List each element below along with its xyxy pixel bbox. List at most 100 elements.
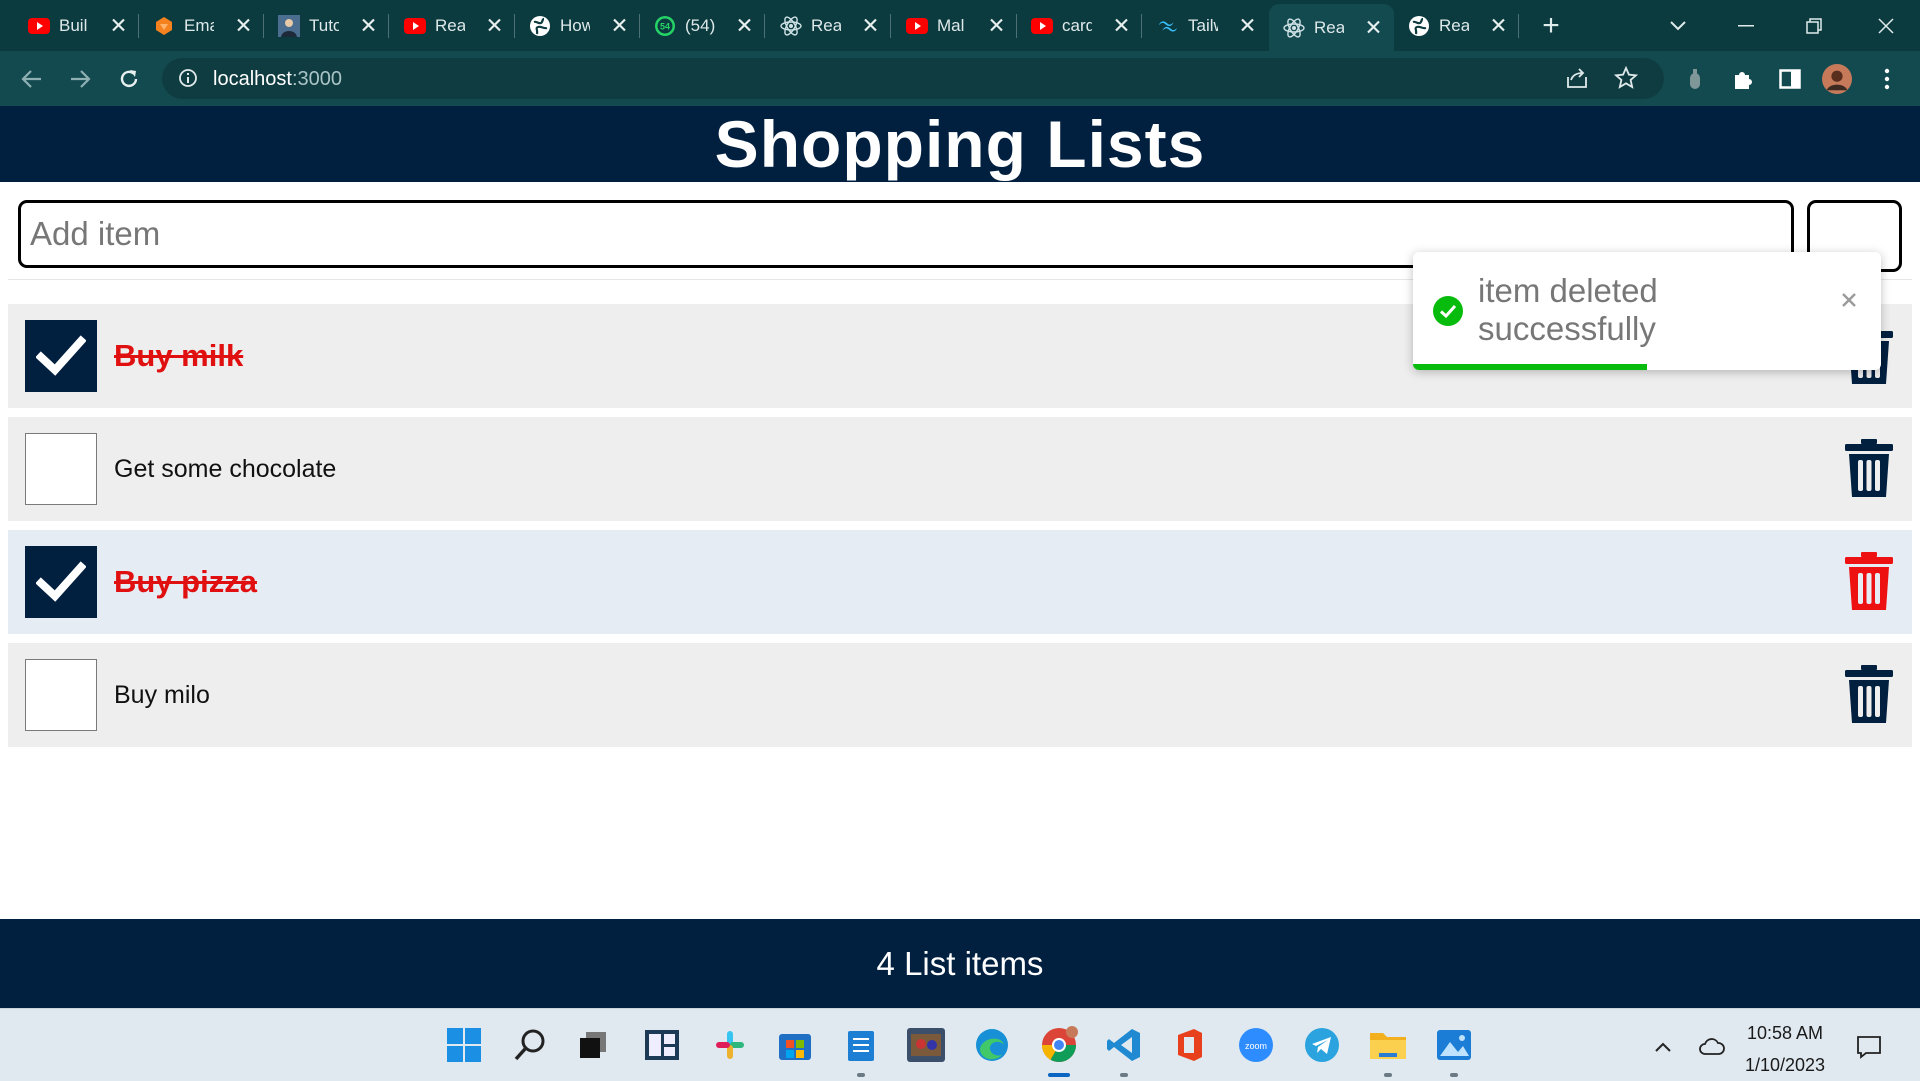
extensions-puzzle-icon[interactable] xyxy=(1728,64,1758,94)
close-window-button[interactable] xyxy=(1852,0,1920,51)
tab-close-button[interactable] xyxy=(613,14,626,37)
taskbar-notepad[interactable] xyxy=(841,1025,881,1077)
onedrive-button[interactable] xyxy=(1698,1033,1726,1061)
tab-close-button[interactable] xyxy=(112,14,125,37)
browser-tab[interactable]: Rea xyxy=(1394,0,1519,51)
url-host: localhost xyxy=(213,68,292,90)
browser-tab[interactable]: Tailw xyxy=(1143,0,1268,51)
browser-tab[interactable]: Ema xyxy=(139,0,264,51)
photos-icon xyxy=(1437,1030,1471,1060)
share-icon[interactable] xyxy=(1562,63,1592,93)
taskbar-vscode[interactable] xyxy=(1104,1025,1144,1077)
react-icon xyxy=(1283,17,1305,39)
tab-close-button[interactable] xyxy=(1492,14,1505,37)
tab-close-button[interactable] xyxy=(1115,14,1128,37)
tab-close-button[interactable] xyxy=(362,14,375,37)
person-avatar-icon xyxy=(278,14,300,37)
restore-button[interactable] xyxy=(1780,0,1848,51)
address-bar[interactable]: localhost:3000 xyxy=(162,58,1664,99)
close-icon xyxy=(1842,293,1856,307)
notepad-icon xyxy=(848,1031,874,1061)
reload-button[interactable] xyxy=(113,63,145,95)
item-checkbox[interactable] xyxy=(25,659,97,731)
item-label[interactable]: Buy pizza xyxy=(114,530,257,634)
tab-close-button[interactable] xyxy=(1367,16,1380,39)
search-button[interactable] xyxy=(510,1025,550,1065)
delete-item-button[interactable] xyxy=(1845,439,1893,497)
youtube-icon xyxy=(404,15,426,37)
chevron-down-icon xyxy=(1670,20,1686,30)
extension-icon[interactable] xyxy=(1680,64,1710,94)
browser-tab[interactable]: Rea xyxy=(390,0,515,51)
taskbar-photo-app[interactable] xyxy=(906,1025,946,1065)
close-icon xyxy=(990,18,1003,31)
youtube-icon xyxy=(906,15,928,37)
react-icon xyxy=(780,15,802,37)
browser-tab[interactable]: 54 (54) xyxy=(640,0,765,51)
taskbar-slack[interactable] xyxy=(710,1025,750,1065)
page-title: Shopping Lists xyxy=(714,107,1206,181)
chrome-icon xyxy=(1042,1026,1078,1062)
taskbar-zoom[interactable]: zoom xyxy=(1236,1025,1276,1065)
taskbar-clock[interactable]: 10:58 AM 1/10/2023 xyxy=(1730,1017,1840,1081)
tab-close-button[interactable] xyxy=(738,14,751,37)
tab-close-button[interactable] xyxy=(237,14,250,37)
notifications-button[interactable] xyxy=(1855,1033,1883,1061)
browser-tab[interactable]: Tuto xyxy=(264,0,389,51)
tab-close-button[interactable] xyxy=(864,14,877,37)
item-label[interactable]: Buy milk xyxy=(114,304,243,408)
item-checkbox[interactable] xyxy=(25,546,97,618)
site-info-icon[interactable] xyxy=(178,68,198,93)
side-panel-icon[interactable] xyxy=(1775,64,1805,94)
tab-close-button[interactable] xyxy=(1241,14,1254,37)
running-indicator xyxy=(1120,1073,1128,1077)
taskbar-store[interactable] xyxy=(775,1025,815,1065)
close-icon xyxy=(1241,18,1254,31)
item-label[interactable]: Buy milo xyxy=(114,643,210,747)
taskbar-telegram[interactable] xyxy=(1302,1025,1342,1065)
browser-tab[interactable]: Rea xyxy=(766,0,891,51)
taskbar-file-explorer[interactable] xyxy=(1368,1025,1408,1077)
toast-close-button[interactable] xyxy=(1841,284,1857,315)
back-button[interactable] xyxy=(16,63,48,95)
taskbar-photos[interactable] xyxy=(1434,1025,1474,1077)
delete-item-button[interactable] xyxy=(1845,552,1893,610)
browser-tab[interactable]: card xyxy=(1017,0,1142,51)
browser-tab[interactable]: Buil xyxy=(14,0,139,51)
browser-tab[interactable]: How xyxy=(515,0,640,51)
delete-item-button[interactable] xyxy=(1845,665,1893,723)
item-checkbox[interactable] xyxy=(25,320,97,392)
running-indicator xyxy=(857,1073,865,1077)
item-checkbox[interactable] xyxy=(25,433,97,505)
browser-tab[interactable]: Mal xyxy=(892,0,1017,51)
windows-taskbar: zoom 10:58 AM 1/10/2023 xyxy=(0,1008,1920,1081)
store-icon xyxy=(779,1034,811,1060)
close-icon xyxy=(613,18,626,31)
chrome-menu-icon[interactable] xyxy=(1872,64,1902,94)
widgets-button[interactable] xyxy=(642,1025,682,1065)
taskbar-office[interactable] xyxy=(1170,1025,1210,1065)
running-indicator xyxy=(1048,1073,1070,1077)
list-item: Buy pizza xyxy=(8,530,1912,634)
show-hidden-icons-button[interactable] xyxy=(1649,1033,1677,1061)
search-icon xyxy=(514,1029,545,1061)
app-header: Shopping Lists xyxy=(0,106,1920,182)
browser-tab[interactable]: Rea xyxy=(1269,4,1394,51)
taskbar-chrome[interactable] xyxy=(1039,1025,1079,1077)
arrow-left-icon xyxy=(21,70,41,88)
checkmark-icon xyxy=(36,561,86,602)
start-button[interactable] xyxy=(444,1025,484,1065)
taskbar-edge[interactable] xyxy=(972,1025,1012,1065)
trash-icon xyxy=(1845,326,1893,388)
tab-search-button[interactable] xyxy=(1644,0,1712,51)
browser-tab-strip: Buil Ema Tuto Rea How 54 (54) Rea Mal card Tailw Re… xyxy=(0,0,1920,51)
bookmark-star-icon[interactable] xyxy=(1611,63,1641,93)
tab-close-button[interactable] xyxy=(990,14,1003,37)
profile-avatar[interactable] xyxy=(1822,64,1852,94)
task-view-button[interactable] xyxy=(573,1025,613,1065)
forward-button[interactable] xyxy=(64,63,96,95)
tab-close-button[interactable] xyxy=(488,14,501,37)
item-label[interactable]: Get some chocolate xyxy=(114,417,336,521)
minimize-button[interactable] xyxy=(1712,0,1780,51)
new-tab-button[interactable]: + xyxy=(1533,6,1569,46)
